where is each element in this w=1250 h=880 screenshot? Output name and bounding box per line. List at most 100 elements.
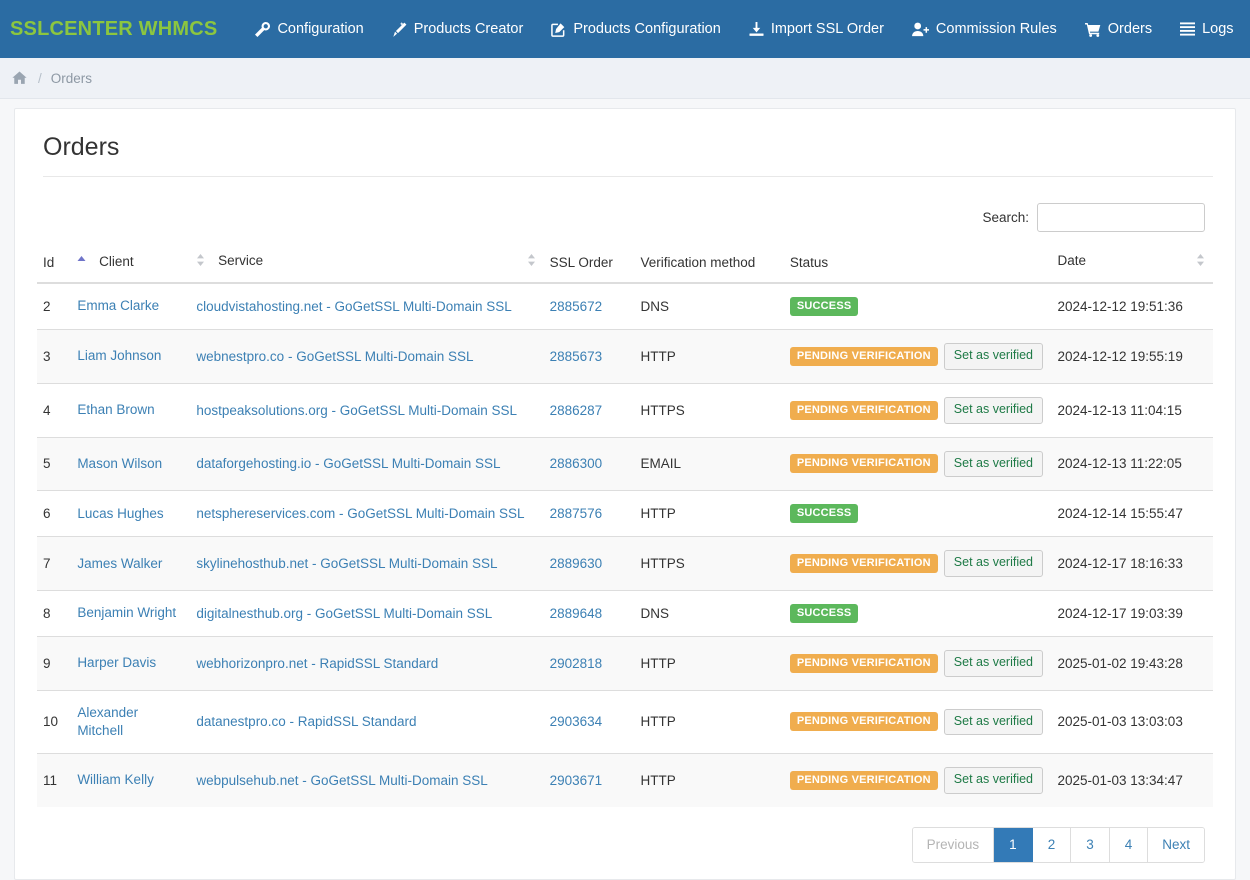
client-link[interactable]: Alexander Mitchell [77,705,138,738]
column-label-ssl-order: SSL Order [550,255,613,270]
cell-service: dataforgehosting.io - GoGetSSL Multi-Dom… [190,437,543,491]
status-badge: PENDING VERIFICATION [790,654,938,673]
cell-id: 3 [37,330,71,384]
nav-item-configuration[interactable]: Configuration [241,0,377,58]
client-link[interactable]: Emma Clarke [77,298,159,313]
column-header-verification-method[interactable]: Verification method [634,245,783,283]
column-header-status[interactable]: Status [784,245,1052,283]
ssl-order-link[interactable]: 2889648 [550,606,603,621]
status-badge: SUCCESS [790,604,859,623]
nav-item-label: Logs [1202,0,1233,58]
service-link[interactable]: dataforgehosting.io - GoGetSSL Multi-Dom… [196,456,500,471]
column-label-verification-method: Verification method [640,255,755,270]
column-header-date[interactable]: Date [1051,245,1213,283]
table-row: 4Ethan Brownhostpeaksolutions.org - GoGe… [37,383,1213,437]
cell-status: PENDING VERIFICATIONSet as verified [784,690,1052,753]
client-link[interactable]: Harper Davis [77,655,156,670]
ssl-order-link[interactable]: 2903671 [550,773,603,788]
set-as-verified-button[interactable]: Set as verified [944,343,1043,370]
set-as-verified-button[interactable]: Set as verified [944,397,1043,424]
sort-both-icon[interactable] [1196,253,1207,270]
client-link[interactable]: Liam Johnson [77,348,161,363]
column-label-service: Service [218,253,263,268]
ssl-order-link[interactable]: 2902818 [550,656,603,671]
service-link[interactable]: webnestpro.co - GoGetSSL Multi-Domain SS… [196,349,473,364]
home-icon[interactable] [12,71,27,85]
pagination: Previous1234Next [912,827,1205,863]
cell-date: 2025-01-02 19:43:28 [1051,637,1213,691]
column-header-id[interactable]: Id [37,245,71,283]
column-header-client[interactable]: Client [71,245,190,283]
ssl-order-link[interactable]: 2903634 [550,714,603,729]
pagination-page-2[interactable]: 2 [1033,828,1072,862]
breadcrumb-current[interactable]: Orders [51,71,92,86]
search-input[interactable] [1037,203,1205,232]
column-label-id: Id [43,255,54,270]
set-as-verified-button[interactable]: Set as verified [944,451,1043,478]
set-as-verified-button[interactable]: Set as verified [944,709,1043,736]
cell-client: Ethan Brown [71,383,190,437]
service-link[interactable]: datanestpro.co - RapidSSL Standard [196,714,416,729]
nav-item-logs[interactable]: Logs [1166,0,1247,58]
pagination-page-4[interactable]: 4 [1110,828,1149,862]
cell-verification-method: HTTP [634,491,783,537]
cell-client: William Kelly [71,754,190,807]
pagination-previous[interactable]: Previous [913,828,995,862]
ssl-order-link[interactable]: 2885673 [550,349,603,364]
page-body: Orders Search: Id Client [0,99,1250,880]
set-as-verified-button[interactable]: Set as verified [944,650,1043,677]
pagination-page-3[interactable]: 3 [1071,828,1110,862]
set-as-verified-button[interactable]: Set as verified [944,767,1043,794]
nav-item-commission-rules[interactable]: Commission Rules [898,0,1071,58]
ssl-order-link[interactable]: 2887576 [550,506,603,521]
ssl-order-link[interactable]: 2889630 [550,556,603,571]
service-link[interactable]: netsphereservices.com - GoGetSSL Multi-D… [196,506,524,521]
user-plus-icon [912,22,929,37]
client-link[interactable]: Mason Wilson [77,456,162,471]
cell-ssl-order: 2885672 [544,283,635,330]
cell-client: Mason Wilson [71,437,190,491]
brand-logo[interactable]: SSLCENTER WHMCS [10,18,227,41]
nav-item-label: Import SSL Order [771,0,884,58]
set-as-verified-button[interactable]: Set as verified [944,550,1043,577]
service-link[interactable]: digitalnesthub.org - GoGetSSL Multi-Doma… [196,606,492,621]
column-header-ssl-order[interactable]: SSL Order [544,245,635,283]
wrench-icon [255,22,270,37]
cell-id: 11 [37,754,71,807]
cell-id: 8 [37,591,71,637]
client-link[interactable]: Lucas Hughes [77,506,163,521]
top-navbar: SSLCENTER WHMCS ConfigurationProducts Cr… [0,0,1250,58]
table-row: 2Emma Clarkecloudvistahosting.net - GoGe… [37,283,1213,330]
edit-square-icon [551,22,566,37]
column-header-service[interactable]: Service [190,245,543,283]
ssl-order-link[interactable]: 2886300 [550,456,603,471]
cell-status: PENDING VERIFICATIONSet as verified [784,330,1052,384]
nav-item-orders[interactable]: Orders [1071,0,1166,58]
client-link[interactable]: Benjamin Wright [77,605,176,620]
cell-id: 7 [37,537,71,591]
nav-item-label: Products Configuration [573,0,721,58]
client-link[interactable]: Ethan Brown [77,402,154,417]
cell-date: 2024-12-17 19:03:39 [1051,591,1213,637]
ssl-order-link[interactable]: 2885672 [550,299,603,314]
service-link[interactable]: webhorizonpro.net - RapidSSL Standard [196,656,438,671]
client-link[interactable]: William Kelly [77,772,154,787]
cell-service: digitalnesthub.org - GoGetSSL Multi-Doma… [190,591,543,637]
service-link[interactable]: hostpeaksolutions.org - GoGetSSL Multi-D… [196,403,517,418]
nav-item-products-configuration[interactable]: Products Configuration [537,0,735,58]
sort-both-icon[interactable] [196,253,207,270]
cell-id: 5 [37,437,71,491]
pagination-next[interactable]: Next [1148,828,1204,862]
sort-both-icon[interactable] [527,253,538,270]
nav-item-products-creator[interactable]: Products Creator [378,0,538,58]
ssl-order-link[interactable]: 2886287 [550,403,603,418]
nav-item-import-ssl-order[interactable]: Import SSL Order [735,0,898,58]
service-link[interactable]: webpulsehub.net - GoGetSSL Multi-Domain … [196,773,487,788]
page-title: Orders [43,133,1213,177]
client-link[interactable]: James Walker [77,556,162,571]
service-link[interactable]: cloudvistahosting.net - GoGetSSL Multi-D… [196,299,511,314]
cell-status: PENDING VERIFICATIONSet as verified [784,383,1052,437]
pagination-page-1[interactable]: 1 [994,828,1033,862]
sort-ascending-icon[interactable] [77,255,88,270]
service-link[interactable]: skylinehosthub.net - GoGetSSL Multi-Doma… [196,556,497,571]
